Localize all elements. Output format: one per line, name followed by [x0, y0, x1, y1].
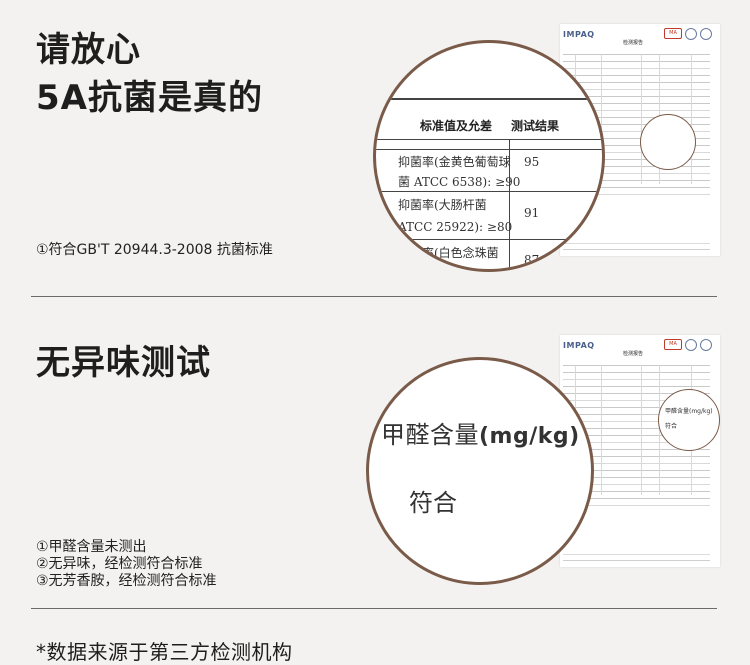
- odor-note-formaldehyde: ①甲醛含量未测出: [36, 539, 147, 555]
- odor-title: 无异味测试: [36, 343, 211, 383]
- row-candida-line1: 抑菌率(白色念珠菌: [398, 246, 499, 260]
- row-staph-line2: 菌 ATCC 6538): ≥90: [398, 175, 521, 189]
- table-rule: [376, 239, 602, 240]
- report-mini-magnifier: [640, 114, 696, 170]
- report-certification-marks: MA: [664, 28, 712, 40]
- formaldehyde-label-unit: (mg/kg): [479, 424, 580, 449]
- report-footer-line: [563, 243, 710, 244]
- formaldehyde-magnifier: 甲醛含量(mg/kg) 符合: [366, 357, 594, 585]
- formaldehyde-label: 甲醛含量(mg/kg): [381, 415, 580, 450]
- ma-mark-icon: MA: [664, 28, 682, 39]
- antibacterial-section: 请放心 5A抗菌是真的 ①符合GB'T 20944.3-2008 抗菌标准 IM…: [0, 0, 750, 296]
- report-footer-line: [563, 554, 710, 555]
- report-logo: IMPAQ: [563, 30, 595, 39]
- odor-section: 无异味测试 ①甲醛含量未测出 ②无异味，经检测符合标准 ③无芳香胺，经检测符合标…: [0, 297, 750, 607]
- formaldehyde-label-cn: 甲醛含量: [381, 421, 479, 449]
- report-doc-title: 检测报告: [623, 40, 644, 46]
- antibacterial-magnifier: 标准值及允差 测试结果 抑菌率(金黄色葡萄球 菌 ATCC 6538): ≥90…: [373, 40, 605, 272]
- ma-mark-icon: MA: [664, 339, 682, 350]
- table-rule: [376, 98, 602, 100]
- report-footer-line: [563, 560, 710, 561]
- formaldehyde-value: 符合: [409, 489, 457, 517]
- report-certification-marks: MA: [664, 339, 712, 351]
- antibacterial-title-line1: 请放心: [36, 30, 141, 70]
- odor-note-no-odor: ②无异味，经检测符合标准: [36, 556, 203, 572]
- odor-note-aromatic-amines: ③无芳香胺，经检测符合标准: [36, 573, 217, 589]
- mini-formaldehyde-label: 甲醛含量(mg/kg): [665, 408, 713, 415]
- report-doc-title: 检测报告: [623, 351, 644, 357]
- cert-seal-icon: [685, 28, 697, 40]
- report-footer-line: [563, 249, 710, 250]
- row-ecoli-value: 91: [524, 206, 540, 220]
- header-test-result: 测试结果: [511, 119, 560, 133]
- report-logo: IMPAQ: [563, 341, 595, 350]
- section-divider: [31, 608, 717, 609]
- row-ecoli-line2: ATCC 25922): ≥80: [398, 220, 513, 234]
- row-candida-value: 87: [524, 253, 540, 267]
- row-candida-line2: ATCC 10231): ≥70: [398, 263, 512, 269]
- cnas-seal-icon: [700, 28, 712, 40]
- cert-seal-icon: [685, 339, 697, 351]
- report-mini-magnifier: 甲醛含量(mg/kg) 符合: [658, 389, 720, 451]
- data-source-note: *数据来源于第三方检测机构: [36, 640, 293, 664]
- row-ecoli-line1: 抑菌率(大肠杆菌: [398, 198, 487, 212]
- antibacterial-standard-note: ①符合GB'T 20944.3-2008 抗菌标准: [36, 242, 273, 258]
- row-staph-value: 95: [524, 155, 540, 169]
- header-standard-value: 标准值及允差: [420, 119, 493, 133]
- table-rule: [376, 139, 602, 140]
- mini-formaldehyde-value: 符合: [665, 423, 678, 430]
- cnas-seal-icon: [700, 339, 712, 351]
- antibacterial-title-line2: 5A抗菌是真的: [36, 78, 263, 118]
